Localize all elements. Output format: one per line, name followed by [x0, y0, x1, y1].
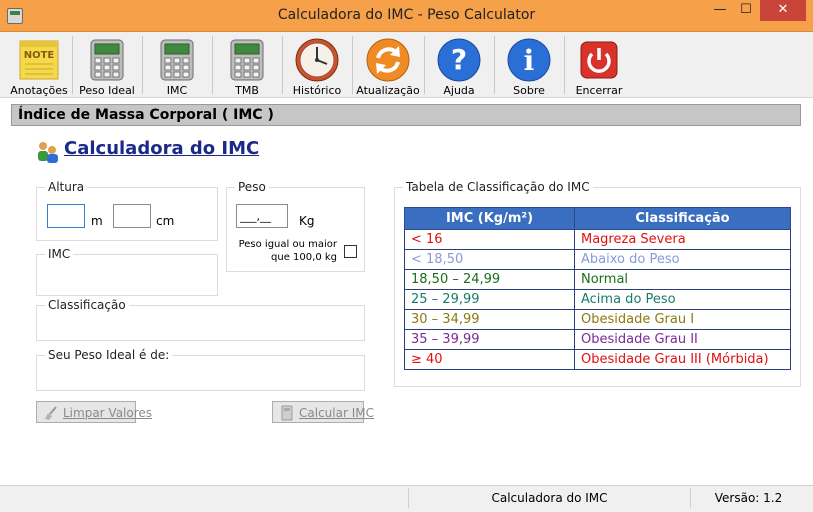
table-row: ≥ 40 Obesidade Grau III (Mórbida) — [404, 349, 791, 370]
limpar-label: Limpar Valores — [63, 406, 153, 420]
toolbar-label: IMC — [166, 84, 188, 97]
table-row: < 18,50 Abaixo do Peso — [404, 249, 791, 270]
toolbar-anotacoes-button[interactable]: NOTE Anotações — [10, 34, 68, 97]
limpar-valores-button[interactable]: Limpar Valores — [36, 401, 152, 423]
status-bar: Calculadora do IMC Versão: 1.2 — [0, 485, 813, 512]
note-icon: NOTE — [19, 40, 59, 80]
status-center: Calculadora do IMC — [408, 488, 690, 508]
classificacao-table: IMC (Kg/m²) Classificação < 16 Magreza Se… — [404, 207, 791, 370]
imc-range-cell: < 18,50 — [404, 249, 575, 270]
peso-input[interactable]: ___,__ — [236, 204, 288, 228]
toolbar-label: Ajuda — [443, 84, 475, 97]
classificacao-group: Classificação — [36, 298, 365, 341]
classificacao-cell: Normal — [574, 269, 791, 290]
imc-range-cell: 18,50 – 24,99 — [404, 269, 575, 290]
peso-group: Peso ___,__ Kg Peso igual ou maior que 1… — [226, 180, 365, 272]
peso-100kg-checkbox[interactable] — [344, 245, 357, 258]
table-header: IMC (Kg/m²) — [404, 207, 575, 230]
table-row: 35 – 39,99 Obesidade Grau II — [404, 329, 791, 350]
title-bar: Calculadora do IMC - Peso Calculator — ☐… — [0, 0, 813, 32]
close-button[interactable]: ✕ — [760, 0, 806, 21]
svg-text:?: ? — [451, 43, 467, 76]
refresh-icon — [366, 38, 410, 82]
svg-text:NOTE: NOTE — [24, 50, 55, 61]
calc-title-text: Calculadora do IMC — [64, 138, 260, 159]
toolbar-label: Atualização — [356, 84, 420, 97]
calculator-icon — [281, 405, 293, 421]
toolbar-label: Histórico — [292, 84, 342, 97]
table-row: 18,50 – 24,99 Normal — [404, 269, 791, 290]
help-icon: ? — [437, 38, 481, 82]
toolbar-imc-button[interactable]: IMC — [146, 34, 208, 97]
unit-cm: cm — [156, 214, 175, 228]
calcular-imc-button[interactable]: Calcular IMC — [272, 401, 374, 423]
tabela-legend: Tabela de Classificação do IMC — [403, 180, 593, 194]
imc-result-group: IMC — [36, 247, 218, 296]
peso-check-label: Peso igual ou maior que 100,0 kg — [238, 239, 337, 263]
info-icon: i — [507, 38, 551, 82]
section-header: Índice de Massa Corporal ( IMC ) — [11, 104, 801, 126]
unit-m: m — [91, 214, 103, 228]
maximize-button[interactable]: ☐ — [733, 0, 759, 21]
toolbar-label: Peso Ideal — [79, 84, 135, 97]
peso-ideal-group: Seu Peso Ideal é de: — [36, 348, 365, 391]
altura-cm-input[interactable] — [113, 204, 151, 228]
toolbar-peso-ideal-button[interactable]: Peso Ideal — [76, 34, 138, 97]
toolbar-atualizacao-button[interactable]: Atualização — [356, 34, 420, 97]
toolbar-label: Sobre — [513, 84, 545, 97]
clock-icon — [295, 38, 339, 82]
table-row: 30 – 34,99 Obesidade Grau I — [404, 309, 791, 330]
altura-m-input[interactable] — [47, 204, 85, 228]
unit-kg: Kg — [299, 214, 315, 228]
toolbar-label: Anotações — [10, 84, 68, 97]
table-header-row: IMC (Kg/m²) Classificação — [404, 207, 791, 230]
classificacao-cell: Obesidade Grau II — [574, 329, 791, 350]
toolbar-tmb-button[interactable]: TMB — [216, 34, 278, 97]
minimize-button[interactable]: — — [707, 0, 733, 21]
classificacao-cell: Abaixo do Peso — [574, 249, 791, 270]
calculator-icon — [90, 39, 124, 81]
people-icon — [38, 142, 58, 163]
imc-range-cell: 25 – 29,99 — [404, 289, 575, 310]
table-row: 25 – 29,99 Acima do Peso — [404, 289, 791, 310]
peso-ideal-legend: Seu Peso Ideal é de: — [45, 348, 173, 362]
calculator-icon — [160, 39, 194, 81]
altura-legend: Altura — [45, 180, 88, 194]
toolbar-encerrar-button[interactable]: Encerrar — [568, 34, 630, 97]
toolbar-historico-button[interactable]: Histórico — [286, 34, 348, 97]
toolbar-label: TMB — [235, 84, 259, 97]
toolbar: NOTE Anotações Peso Ideal IMC TMB Histór… — [0, 32, 813, 98]
classificacao-cell: Obesidade Grau I — [574, 309, 791, 330]
power-icon — [580, 41, 618, 79]
toolbar-sobre-button[interactable]: i Sobre — [498, 34, 560, 97]
imc-legend: IMC — [45, 247, 74, 261]
classificacao-cell: Magreza Severa — [574, 229, 791, 250]
status-version: Versão: 1.2 — [690, 488, 806, 508]
window-title: Calculadora do IMC - Peso Calculator — [277, 7, 536, 23]
broom-icon — [45, 406, 57, 420]
imc-range-cell: < 16 — [404, 229, 575, 250]
peso-legend: Peso — [235, 180, 269, 194]
classificacao-cell: Acima do Peso — [574, 289, 791, 310]
svg-text:i: i — [524, 44, 535, 77]
imc-range-cell: ≥ 40 — [404, 349, 575, 370]
calculator-icon — [230, 39, 264, 81]
toolbar-label: Encerrar — [575, 84, 623, 97]
table-row: < 16 Magreza Severa — [404, 229, 791, 250]
classificacao-legend: Classificação — [45, 298, 129, 312]
classificacao-cell: Obesidade Grau III (Mórbida) — [574, 349, 791, 370]
table-header: Classificação — [574, 207, 791, 230]
toolbar-ajuda-button[interactable]: ? Ajuda — [428, 34, 490, 97]
imc-range-cell: 30 – 34,99 — [404, 309, 575, 330]
altura-group: Altura m cm — [36, 180, 218, 241]
calcular-label: Calcular IMC — [299, 406, 374, 420]
imc-range-cell: 35 – 39,99 — [404, 329, 575, 350]
